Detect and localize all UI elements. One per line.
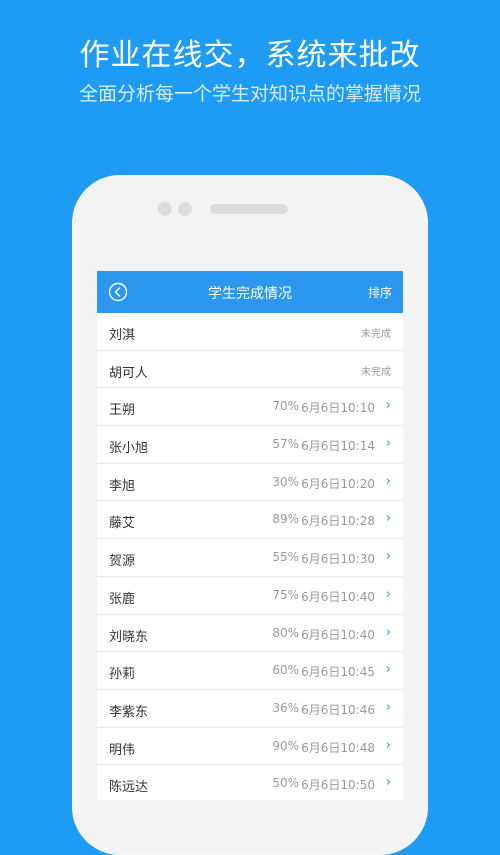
submit-time: 6月6日10:45 <box>301 665 375 680</box>
completion-percent: 50% <box>272 776 299 791</box>
chevron-right-icon: › <box>385 775 391 791</box>
student-status: 未完成 <box>361 366 391 378</box>
completion-percent: 70% <box>272 399 299 414</box>
student-row[interactable]: 张小旭 57% 6月6日10:14 › <box>97 426 403 464</box>
student-row[interactable]: 胡可人 未完成 <box>97 351 403 389</box>
completion-percent: 75% <box>272 587 299 602</box>
chevron-right-icon: › <box>385 398 391 414</box>
student-row[interactable]: 李旭 30% 6月6日10:20 › <box>97 464 403 502</box>
student-name: 李旭 <box>109 478 136 494</box>
completion-percent: 55% <box>272 550 299 565</box>
completion-percent: 36% <box>272 700 299 715</box>
submit-time: 6月6日10:20 <box>301 476 375 491</box>
submit-time: 6月6日10:30 <box>301 552 375 567</box>
student-name: 藤艾 <box>109 516 136 532</box>
submit-time: 6月6日10:10 <box>301 401 375 416</box>
page-title: 学生完成情况 <box>208 286 292 302</box>
chevron-right-icon: › <box>385 586 391 602</box>
submit-time: 6月6日10:50 <box>301 778 375 793</box>
student-name: 刘晓东 <box>109 629 149 645</box>
student-row[interactable]: 刘淇 未完成 <box>97 313 403 351</box>
student-row[interactable]: 王朔 70% 6月6日10:10 › <box>97 388 403 427</box>
promo-headline: 作业在线交，系统来批改 <box>79 38 421 73</box>
student-row[interactable]: 藤艾 89% 6月6日10:28 › <box>97 501 403 540</box>
submit-time: 6月6日10:14 <box>301 439 375 454</box>
submit-time: 6月6日10:40 <box>301 627 375 642</box>
submit-time: 6月6日10:28 <box>301 514 375 529</box>
completion-percent: 89% <box>272 512 299 527</box>
submit-time: 6月6日10:40 <box>301 589 375 604</box>
student-row[interactable]: 陈远达 50% 6月6日10:50 › <box>97 765 403 800</box>
submit-time: 6月6日10:46 <box>301 702 375 717</box>
chevron-right-icon: › <box>385 549 391 565</box>
student-name: 张鹿 <box>109 591 136 607</box>
student-name: 明伟 <box>109 742 136 758</box>
student-row[interactable]: 明伟 90% 6月6日10:48 › <box>97 728 403 766</box>
completion-percent: 90% <box>272 738 299 753</box>
completion-percent: 60% <box>272 663 299 678</box>
student-status: 未完成 <box>361 329 391 340</box>
student-name: 张小旭 <box>109 441 149 457</box>
chevron-right-icon: › <box>385 662 391 678</box>
completion-percent: 80% <box>272 625 299 640</box>
chevron-right-icon: › <box>385 436 391 452</box>
chevron-right-icon: › <box>385 473 391 489</box>
sensor-dot <box>178 202 192 216</box>
student-name: 李紫东 <box>109 704 149 720</box>
completion-percent: 30% <box>272 474 299 489</box>
chevron-right-icon: › <box>385 511 391 527</box>
student-row[interactable]: 刘晓东 80% 6月6日10:40 › <box>97 615 403 653</box>
speaker-grille <box>210 204 288 214</box>
app-bar: 学生完成情况 排序 <box>97 271 403 313</box>
student-name: 陈远达 <box>109 780 149 796</box>
student-name: 贺源 <box>109 554 136 570</box>
student-row[interactable]: 贺源 55% 6月6日10:30 › <box>97 539 403 577</box>
promo-subline: 全面分析每一个学生对知识点的掌握情况 <box>78 83 421 105</box>
student-row[interactable]: 李紫东 36% 6月6日10:46 › <box>97 690 403 728</box>
student-list: 刘淇 未完成 胡可人 未完成 王朔 70% 6月6日10:10 › 张小旭 57… <box>97 313 403 800</box>
student-row[interactable]: 孙莉 60% 6月6日10:45 › <box>97 652 403 690</box>
student-row[interactable]: 张鹿 75% 6月6日10:40 › <box>97 577 403 615</box>
chevron-right-icon: › <box>385 699 391 715</box>
camera-dot <box>158 202 172 216</box>
app-screen: 学生完成情况 排序 刘淇 未完成 胡可人 未完成 王朔 70% 6月6日10:1… <box>97 271 403 800</box>
student-name: 王朔 <box>109 403 136 419</box>
chevron-right-icon: › <box>385 624 391 640</box>
student-name: 刘淇 <box>109 328 136 343</box>
chevron-right-icon: › <box>385 737 391 753</box>
student-name: 孙莉 <box>109 667 136 683</box>
completion-percent: 57% <box>272 437 299 452</box>
submit-time: 6月6日10:48 <box>301 740 375 755</box>
student-name: 胡可人 <box>109 365 149 381</box>
sort-button[interactable]: 排序 <box>368 284 392 301</box>
